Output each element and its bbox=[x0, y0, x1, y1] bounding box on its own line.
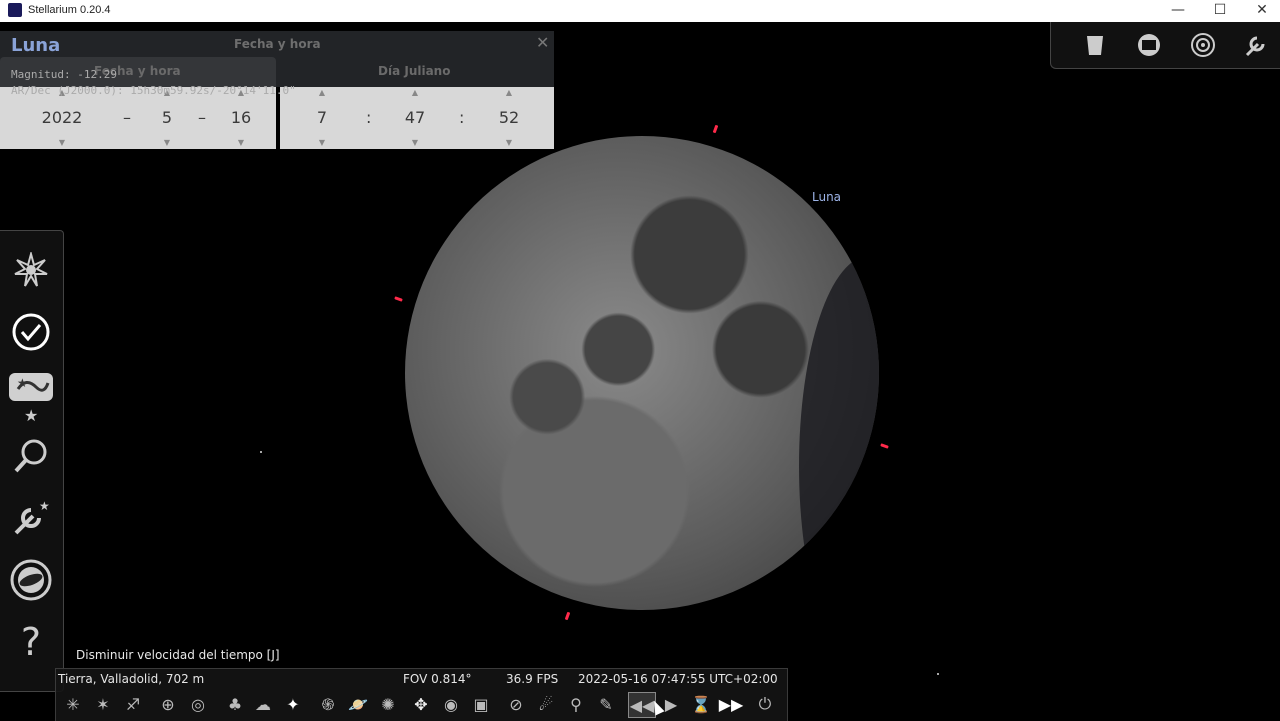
cardinal-points-icon[interactable]: ✦ bbox=[280, 692, 306, 716]
target-icon bbox=[1191, 33, 1215, 57]
hour-spinbox[interactable]: ▲ 7 ▼ bbox=[305, 87, 339, 149]
configuration-window-button[interactable]: ★ bbox=[8, 495, 54, 541]
svg-text:★: ★ bbox=[24, 406, 38, 423]
help-window-button[interactable]: ? bbox=[8, 619, 54, 665]
azimuthal-grid-icon[interactable]: ◎ bbox=[185, 692, 211, 716]
fps-status: 36.9 FPS bbox=[506, 672, 559, 686]
second-spinbox[interactable]: ▲ 52 ▼ bbox=[492, 87, 526, 149]
sky-view-options-button[interactable]: ★ ★ bbox=[8, 369, 54, 425]
clock-icon bbox=[12, 313, 50, 351]
left-toolbar: ★ ★ ★ ? bbox=[0, 230, 64, 692]
screen-icon bbox=[1138, 34, 1160, 56]
fullscreen-icon[interactable]: ✥ bbox=[408, 692, 434, 716]
svg-text:★: ★ bbox=[17, 376, 28, 390]
moon-shadow bbox=[799, 256, 879, 610]
planet-labels-icon[interactable]: 🪐 bbox=[345, 692, 371, 716]
datetime-window-button[interactable] bbox=[8, 309, 54, 355]
constellation-lines-icon[interactable]: ✳ bbox=[60, 692, 86, 716]
stellarium-app-icon bbox=[8, 3, 22, 17]
minimize-button[interactable]: — bbox=[1156, 0, 1200, 22]
meteor-icon[interactable]: ☄ bbox=[533, 692, 559, 716]
time-separator: : bbox=[366, 108, 372, 127]
target-button[interactable] bbox=[1190, 32, 1216, 58]
datetime-close-button[interactable]: ✕ bbox=[536, 33, 549, 52]
time-separator: : bbox=[459, 108, 465, 127]
increase-speed-icon[interactable]: ▶▶ bbox=[718, 692, 744, 716]
object-name: Luna bbox=[11, 35, 61, 56]
constellation-labels-icon[interactable]: ✶ bbox=[90, 692, 116, 716]
quit-icon[interactable]: ⏻ bbox=[752, 692, 778, 716]
maximize-button[interactable]: ☐ bbox=[1198, 0, 1242, 22]
datetime-status: 2022-05-16 07:47:55 UTC+02:00 bbox=[578, 672, 778, 686]
moon-sky-label: Luna bbox=[812, 190, 842, 204]
tab-julian-day[interactable]: Día Juliano bbox=[378, 64, 450, 78]
location-window-button[interactable] bbox=[8, 247, 54, 293]
window-titlebar: Stellarium 0.20.4 — ☐ ✕ bbox=[0, 0, 1280, 22]
star[interactable] bbox=[260, 451, 262, 453]
ground-icon[interactable]: ♣ bbox=[222, 692, 248, 716]
bucket-icon bbox=[1087, 36, 1103, 55]
fov-status: FOV 0.814° bbox=[403, 672, 472, 686]
search-icon bbox=[14, 439, 47, 473]
deep-sky-icon[interactable]: ֍ bbox=[315, 692, 341, 716]
window-title: Stellarium 0.20.4 bbox=[28, 4, 111, 16]
set-time-now-icon[interactable]: ⌛ bbox=[688, 692, 714, 716]
astronomical-calculations-button[interactable] bbox=[8, 557, 54, 603]
object-magnitude: Magnitud: -12.29 bbox=[11, 68, 117, 81]
wrench-icon bbox=[1245, 36, 1265, 57]
screen-button[interactable] bbox=[1136, 32, 1162, 58]
satellites-icon[interactable]: ⚲ bbox=[563, 692, 589, 716]
center-icon[interactable]: ▣ bbox=[468, 692, 494, 716]
search-window-button[interactable] bbox=[8, 433, 54, 479]
datetime-window-title: Fecha y hora bbox=[234, 37, 321, 51]
star[interactable] bbox=[937, 673, 939, 675]
night-mode-icon[interactable]: ◉ bbox=[438, 692, 464, 716]
ecliptic-icon[interactable]: ⊘ bbox=[503, 692, 529, 716]
zoom-icon[interactable]: ✎ bbox=[593, 692, 619, 716]
top-right-toolbar bbox=[1050, 22, 1280, 69]
moon-disk[interactable] bbox=[405, 136, 879, 610]
svg-text:★: ★ bbox=[39, 499, 50, 513]
atmosphere-icon[interactable]: ☁ bbox=[250, 692, 276, 716]
equatorial-grid-icon[interactable]: ⊕ bbox=[155, 692, 181, 716]
constellation-art-icon[interactable]: ♐ bbox=[120, 692, 146, 716]
exoplanets-icon[interactable]: ✺ bbox=[375, 692, 401, 716]
close-window-button[interactable]: ✕ bbox=[1240, 0, 1280, 22]
wrench-button[interactable] bbox=[1244, 32, 1270, 58]
minute-spinbox[interactable]: ▲ 47 ▼ bbox=[398, 87, 432, 149]
location-status: Tierra, Valladolid, 702 m bbox=[58, 672, 205, 686]
config-icon: ★ bbox=[14, 499, 50, 535]
location-icon bbox=[14, 252, 48, 287]
astro-calc-icon bbox=[10, 559, 52, 601]
object-radec: AR/Dec (J2000.0): 15h30m59.92s/-20°14'11… bbox=[11, 84, 296, 97]
sky-settings-icon: ★★ bbox=[9, 373, 53, 423]
tooltip: Disminuir velocidad del tiempo [J] bbox=[76, 648, 280, 662]
bucket-button[interactable] bbox=[1082, 32, 1108, 58]
help-icon: ? bbox=[20, 620, 42, 664]
